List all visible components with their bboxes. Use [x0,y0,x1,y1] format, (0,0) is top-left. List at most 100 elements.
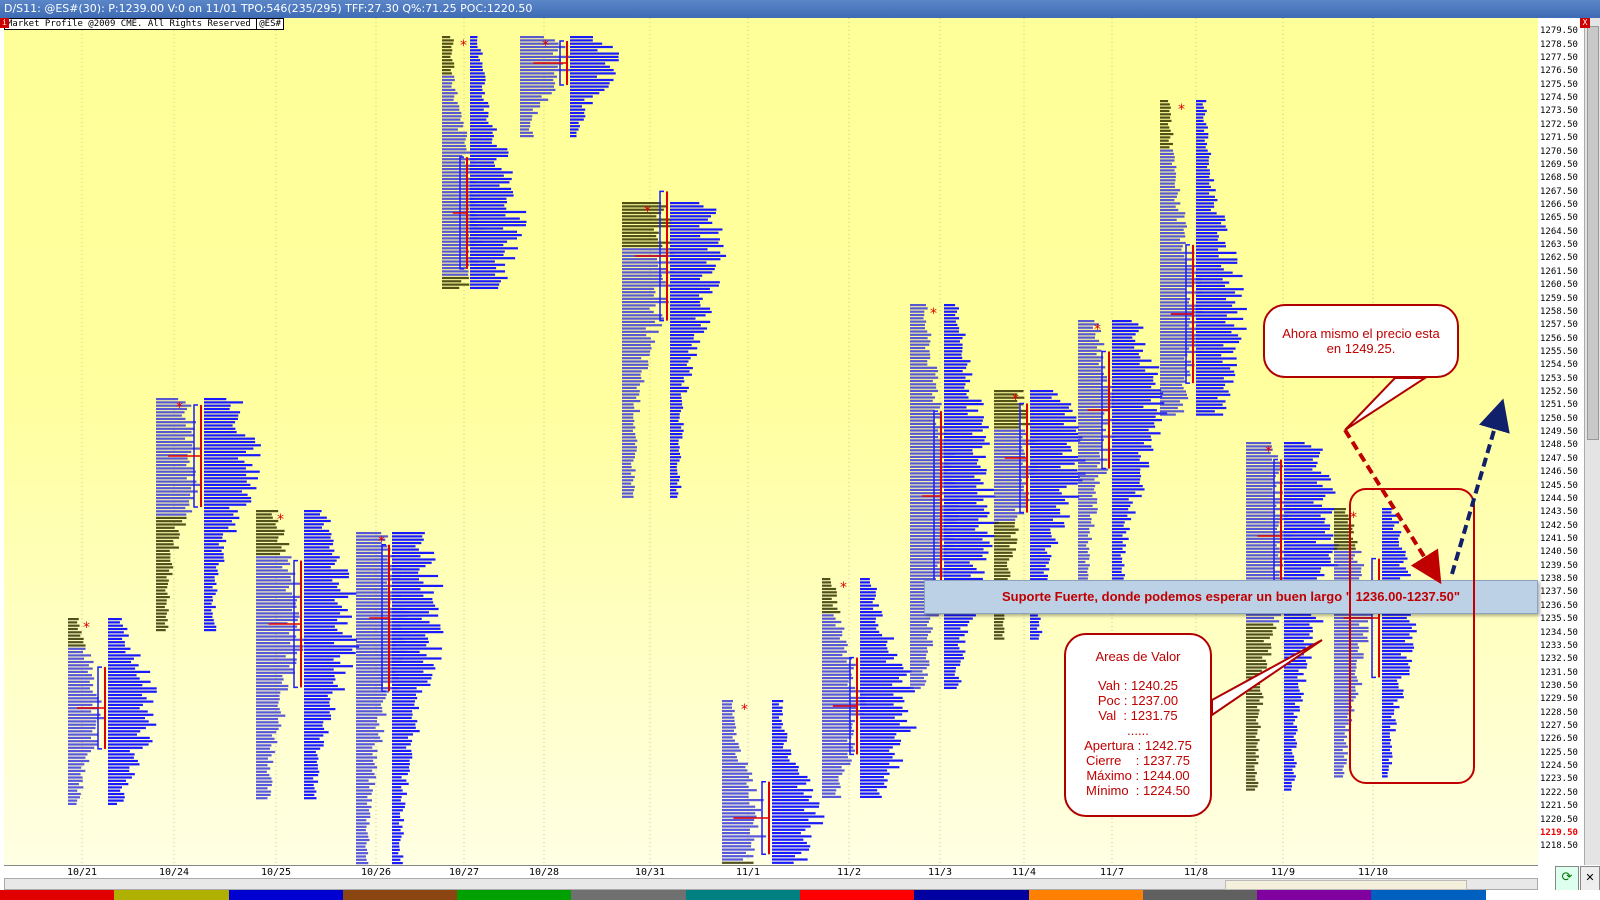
tpo-row [1246,758,1257,761]
volume-row [1196,255,1219,258]
volume-row [1284,511,1333,514]
volume-row [1382,696,1404,699]
volume-row [204,414,239,417]
volume-row [1030,456,1078,459]
tpo-row [1334,755,1345,758]
tpo-row [156,615,166,618]
tpo-row [442,45,452,49]
horizontal-scrollbar[interactable] [4,878,1538,890]
tpo-row [256,691,281,694]
volume-row [204,398,227,401]
tpo-row [68,783,79,786]
volume-row [304,724,323,727]
volume-row [944,406,967,409]
volume-row [670,489,677,492]
tpo-row [822,594,837,597]
tpo-row [1160,185,1176,188]
tpo-row [1160,225,1188,228]
tpo-row [822,670,851,673]
tpo-row [722,766,746,769]
tpo-row [1078,320,1095,323]
volume-row [570,128,579,131]
volume-row [1284,567,1322,570]
volume-row [108,651,126,654]
tpo-row [156,589,166,592]
volume-row [670,406,684,409]
volume-row [944,333,966,336]
volume-row [570,78,614,82]
tpo-row [1334,745,1348,748]
close-icon[interactable]: ✕ [1580,866,1600,892]
volume-row [470,217,520,220]
horizontal-scroll-thumb[interactable] [1225,880,1467,890]
volume-row [204,480,247,483]
tpo-row [1334,709,1355,712]
volume-row [860,620,876,624]
volume-row [470,128,497,131]
volume-row [1382,560,1404,563]
volume-row [1196,284,1225,287]
volume-row [860,647,888,650]
tpo-row [356,565,397,568]
market-profile-chart[interactable]: * * * * * * * * * * * * * * * [4,18,1539,865]
tpo-row [256,569,288,572]
tpo-row [622,439,638,442]
tpo-row [822,663,856,666]
volume-row [304,599,335,602]
volume-row [1196,169,1210,172]
tpo-row [1246,494,1275,497]
price-tick: 1260.50 [1540,280,1578,291]
refresh-icon[interactable]: ⟳ [1555,866,1579,892]
volume-row [1112,379,1154,382]
volume-row [204,619,214,622]
volume-row [204,497,252,500]
tpo-row [622,291,656,294]
tpo-row [722,703,732,706]
volume-row [108,720,149,723]
tpo-row [1246,455,1279,458]
volume-row [1112,369,1146,372]
volume-row [1196,278,1223,281]
volume-row [204,503,247,506]
tpo-row [156,605,165,609]
tpo-row [442,141,465,144]
tpo-row [1334,564,1365,567]
tpo-row [1334,640,1369,643]
tpo-row [256,764,268,767]
volume-row [1112,428,1149,432]
volume-row [772,746,784,749]
volume-row [860,680,903,683]
volume-row [570,36,594,39]
tpo-row [994,502,1027,505]
vertical-scroll-thumb[interactable] [1587,26,1599,440]
volume-row [860,795,882,798]
session-color-segment [1371,890,1486,900]
tpo-row [1078,494,1093,498]
volume-row [204,434,246,437]
volume-row [204,500,252,503]
volume-row [1112,432,1161,435]
volume-row [304,513,320,516]
tpo-row [1246,722,1259,725]
tpo-row [356,825,367,828]
tpo-row [622,248,672,251]
info-icon[interactable]: i [0,18,9,28]
volume-row [670,324,701,327]
close-chart-icon[interactable]: X [1580,18,1590,28]
volume-row [392,647,443,650]
tpo-row [1160,149,1174,152]
volume-row [1196,357,1237,360]
volume-row [1030,429,1077,432]
tpo-row [622,442,636,446]
volume-row [470,247,518,250]
volume-row [392,733,414,736]
tpo-row [622,400,641,403]
tpo-row [156,404,192,407]
tpo-row [256,632,290,635]
price-axis[interactable]: 1279.50 1278.50 1277.50 1276.50 1275.50 1274.… [1538,18,1584,865]
vertical-scrollbar[interactable] [1584,18,1600,865]
tpo-row [1160,142,1173,146]
tpo-row [822,726,853,729]
tpo-row [442,39,454,42]
tpo-row [1334,574,1362,577]
